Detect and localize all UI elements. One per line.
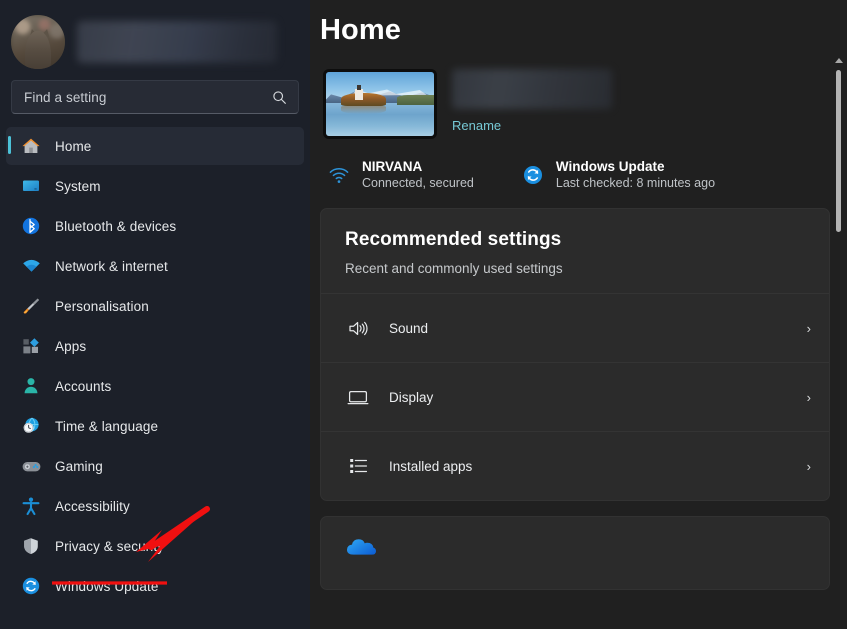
windows-update-title: Windows Update xyxy=(555,159,665,174)
account-person-icon xyxy=(20,375,42,397)
sidebar: Find a setting Home System Bluetooth & d… xyxy=(0,0,310,629)
recommended-row-sound[interactable]: Sound › xyxy=(321,293,829,362)
onedrive-cloud-icon xyxy=(345,539,377,560)
recommended-settings-title: Recommended settings xyxy=(345,229,562,250)
recommended-settings-subtitle: Recent and commonly used settings xyxy=(345,261,563,276)
update-refresh-icon xyxy=(520,164,546,186)
sidebar-item-label: System xyxy=(55,178,101,194)
status-row: NIRVANA Connected, secured Windows Updat… xyxy=(310,139,847,190)
sidebar-item-privacy-security[interactable]: Privacy & security xyxy=(6,527,304,565)
sidebar-item-gaming[interactable]: Gaming xyxy=(6,447,304,485)
account-name-redacted xyxy=(77,20,277,63)
chevron-right-icon: › xyxy=(806,458,811,474)
device-info: Rename xyxy=(437,69,612,139)
onedrive-card-inner xyxy=(321,517,829,561)
update-refresh-icon xyxy=(20,575,42,597)
recommended-settings-header: Recommended settings Recent and commonly… xyxy=(321,209,829,293)
apps-icon xyxy=(20,335,42,357)
network-status-text: Connected, secured xyxy=(362,176,474,190)
sidebar-item-label: Bluetooth & devices xyxy=(55,218,177,234)
onedrive-card[interactable] xyxy=(320,516,830,590)
windows-update-last-checked: Last checked: 8 minutes ago xyxy=(555,176,716,190)
sidebar-item-home[interactable]: Home xyxy=(6,127,304,165)
paintbrush-icon xyxy=(20,295,42,317)
thumbnail-church xyxy=(355,88,363,101)
sidebar-item-apps[interactable]: Apps xyxy=(6,327,304,365)
scroll-up-arrow-icon[interactable] xyxy=(835,58,843,63)
shield-icon xyxy=(20,535,42,557)
main-content: Home Rename NIRVANA Connected, secured W… xyxy=(310,0,847,629)
sidebar-item-label: Accessibility xyxy=(55,498,130,514)
thumbnail-church-spire xyxy=(357,84,361,90)
thumbnail-island xyxy=(341,93,387,106)
recommended-row-label: Display xyxy=(389,389,434,405)
wifi-icon xyxy=(326,165,352,185)
settings-window: Find a setting Home System Bluetooth & d… xyxy=(0,0,847,629)
sidebar-item-label: Windows Update xyxy=(55,578,159,594)
bluetooth-icon xyxy=(20,215,42,237)
sidebar-item-personalisation[interactable]: Personalisation xyxy=(6,287,304,325)
recommended-row-installed-apps[interactable]: Installed apps › xyxy=(321,431,829,500)
gamepad-icon xyxy=(20,455,42,477)
windows-update-status-item[interactable]: Windows Update Last checked: 8 minutes a… xyxy=(520,159,715,190)
wifi-icon xyxy=(20,255,42,277)
search-placeholder: Find a setting xyxy=(24,89,107,105)
network-status-item[interactable]: NIRVANA Connected, secured xyxy=(326,159,474,190)
device-wallpaper-thumbnail xyxy=(323,69,437,139)
system-monitor-icon xyxy=(20,175,42,197)
speaker-icon xyxy=(345,319,371,338)
sidebar-item-network-internet[interactable]: Network & internet xyxy=(6,247,304,285)
sidebar-item-label: Home xyxy=(55,138,92,154)
network-name: NIRVANA xyxy=(362,159,423,174)
globe-clock-icon xyxy=(20,415,42,437)
sidebar-item-accounts[interactable]: Accounts xyxy=(6,367,304,405)
sidebar-nav: Home System Bluetooth & devices Network … xyxy=(0,114,310,605)
chevron-right-icon: › xyxy=(806,389,811,405)
search-icon[interactable] xyxy=(272,90,287,110)
sidebar-item-bluetooth-devices[interactable]: Bluetooth & devices xyxy=(6,207,304,245)
sidebar-item-system[interactable]: System xyxy=(6,167,304,205)
home-icon xyxy=(20,135,42,157)
sidebar-item-label: Time & language xyxy=(55,418,159,434)
recommended-row-label: Installed apps xyxy=(389,458,473,474)
device-name-redacted xyxy=(452,69,612,109)
recommended-row-label: Sound xyxy=(389,320,429,336)
thumbnail-shore xyxy=(397,95,434,106)
avatar[interactable] xyxy=(11,14,65,69)
recommended-settings-card: Recommended settings Recent and commonly… xyxy=(320,208,830,501)
accessibility-person-icon xyxy=(20,495,42,517)
sidebar-item-label: Personalisation xyxy=(55,298,149,314)
page-title: Home xyxy=(320,14,401,46)
search-container: Find a setting xyxy=(0,70,310,114)
rename-link[interactable]: Rename xyxy=(452,118,612,133)
avatar-cat-body xyxy=(25,30,51,69)
sidebar-item-time-language[interactable]: Time & language xyxy=(6,407,304,445)
chevron-right-icon: › xyxy=(806,320,811,336)
search-input[interactable]: Find a setting xyxy=(11,80,299,114)
sidebar-item-accessibility[interactable]: Accessibility xyxy=(6,487,304,525)
device-card: Rename xyxy=(310,47,847,139)
display-monitor-icon xyxy=(345,389,371,406)
recommended-row-display[interactable]: Display › xyxy=(321,362,829,431)
profile-section[interactable] xyxy=(0,0,310,70)
sidebar-item-label: Gaming xyxy=(55,458,103,474)
scrollbar-vertical[interactable] xyxy=(833,58,844,338)
list-apps-icon xyxy=(345,457,371,475)
sidebar-item-windows-update[interactable]: Windows Update xyxy=(6,567,304,605)
scrollbar-thumb[interactable] xyxy=(836,70,841,232)
sidebar-item-label: Privacy & security xyxy=(55,538,165,554)
sidebar-item-label: Apps xyxy=(55,338,87,354)
sidebar-item-label: Accounts xyxy=(55,378,112,394)
sidebar-item-label: Network & internet xyxy=(55,258,168,274)
